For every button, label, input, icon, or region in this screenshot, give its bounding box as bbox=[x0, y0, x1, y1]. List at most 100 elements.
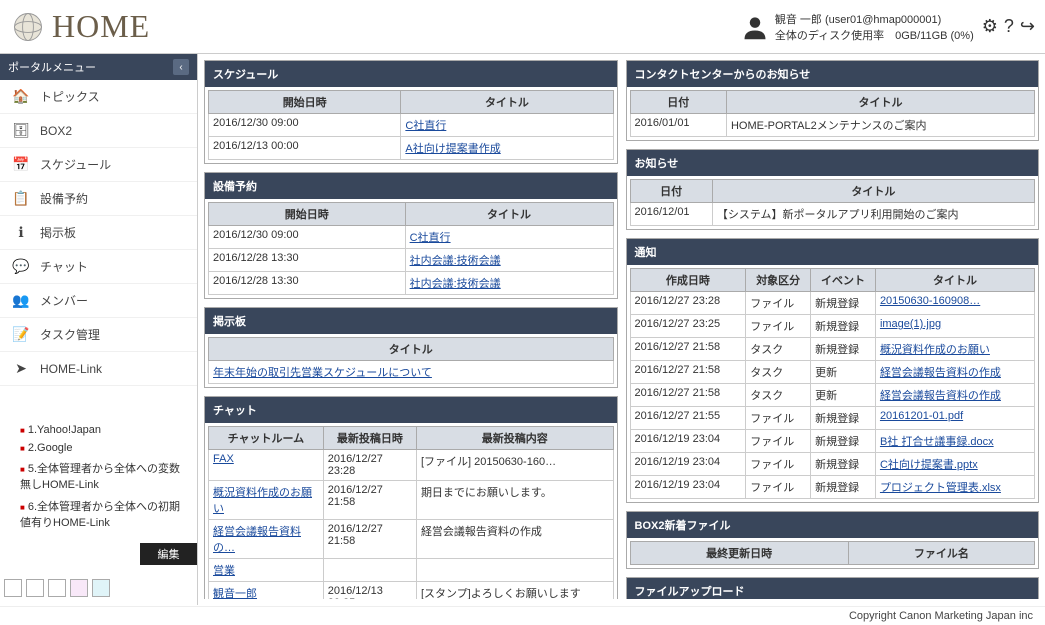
link[interactable]: FAX bbox=[213, 453, 234, 465]
link[interactable]: C社直行 bbox=[410, 232, 451, 244]
table-row: 2016/12/30 09:00C社直行 bbox=[209, 114, 614, 137]
content-column-1: スケジュール開始日時タイトル2016/12/30 09:00C社直行2016/1… bbox=[204, 60, 618, 599]
link[interactable]: A社向け提案書作成 bbox=[405, 143, 500, 155]
color-swatch[interactable] bbox=[70, 579, 88, 597]
table-row: 2016/12/27 21:58タスク更新経営会議報告資料の作成 bbox=[630, 361, 1035, 384]
table-row: 概況資料作成のお願い2016/12/27 21:58期日までにお願いします。 bbox=[209, 481, 614, 520]
table-cell: タスク bbox=[746, 361, 811, 384]
sidebar-collapse-icon[interactable]: ‹ bbox=[173, 59, 189, 75]
link[interactable]: 20161201-01.pdf bbox=[880, 410, 963, 422]
help-icon[interactable]: ? bbox=[1004, 16, 1014, 37]
link[interactable]: 経営会議報告資料の作成 bbox=[880, 390, 1001, 402]
sidebar-sublink[interactable]: ■5.全体管理者から全体への変数無しHOME-Link bbox=[12, 457, 185, 495]
panel-header: チャット bbox=[205, 397, 617, 423]
link[interactable]: 社内会議:技術会議 bbox=[410, 278, 501, 290]
table-row: 2016/12/27 21:58タスク新規登録概況資料作成のお願い bbox=[630, 338, 1035, 361]
table-row: 2016/12/13 00:00 A社向け提案書作成 bbox=[209, 137, 614, 160]
table-cell: ファイル bbox=[746, 407, 811, 430]
data-table: チャットルーム最新投稿日時最新投稿内容FAX2016/12/27 23:28[フ… bbox=[208, 426, 614, 599]
table-cell: C社向け提案書.pptx bbox=[875, 453, 1034, 476]
menu-icon: 🏠 bbox=[12, 88, 30, 105]
table-row: 営業 bbox=[209, 559, 614, 582]
table-header: タイトル bbox=[405, 203, 613, 226]
panel: コンタクトセンターからのお知らせ日付タイトル2016/01/01HOME-POR… bbox=[626, 60, 1040, 141]
table-row: 2016/12/27 21:58タスク更新経営会議報告資料の作成 bbox=[630, 384, 1035, 407]
link[interactable]: C社向け提案書.pptx bbox=[880, 459, 978, 471]
table-header: イベント bbox=[811, 269, 876, 292]
panel-header: コンタクトセンターからのお知らせ bbox=[627, 61, 1039, 87]
table-cell: 2016/12/30 09:00 bbox=[209, 226, 406, 249]
color-swatch[interactable] bbox=[26, 579, 44, 597]
link[interactable]: 観音一郎 bbox=[213, 588, 257, 599]
color-swatch[interactable] bbox=[48, 579, 66, 597]
sidebar-item[interactable]: 🗄BOX2 bbox=[0, 114, 197, 148]
sidebar-item[interactable]: 👥メンバー bbox=[0, 284, 197, 318]
table-cell: 2016/12/13 00:00 bbox=[209, 137, 401, 160]
sidebar-sublink[interactable]: ■2.Google bbox=[12, 439, 185, 457]
table-row: 2016/12/01【システム】新ポータルアプリ利用開始のご案内 bbox=[630, 203, 1035, 226]
link[interactable]: 20150630-160908… bbox=[880, 295, 980, 307]
table-cell: 20161201-01.pdf bbox=[875, 407, 1034, 430]
table-cell: 経営会議報告資料の作成 bbox=[875, 361, 1034, 384]
link[interactable]: 経営会議報告資料の… bbox=[213, 526, 301, 554]
table-cell: image(1).jpg bbox=[875, 315, 1034, 338]
sidebar-sublink[interactable]: ■1.Yahoo!Japan bbox=[12, 421, 185, 439]
sidebar-item[interactable]: 🏠トピックス bbox=[0, 80, 197, 114]
panel-header: 通知 bbox=[627, 239, 1039, 265]
panel-header: お知らせ bbox=[627, 150, 1039, 176]
link[interactable]: 営業 bbox=[213, 565, 235, 577]
link[interactable]: 社内会議:技術会議 bbox=[410, 255, 501, 267]
edit-button[interactable]: 編集 bbox=[140, 543, 197, 565]
color-swatch[interactable] bbox=[4, 579, 22, 597]
panel-header: 設備予約 bbox=[205, 173, 617, 199]
table-row: 2016/12/19 23:04ファイル新規登録C社向け提案書.pptx bbox=[630, 453, 1035, 476]
table-cell: 営業 bbox=[209, 559, 324, 582]
settings-icon[interactable]: ⚙ bbox=[982, 16, 998, 37]
link[interactable]: 概況資料作成のお願い bbox=[880, 344, 990, 356]
sidebar-item[interactable]: 📝タスク管理 bbox=[0, 318, 197, 352]
link[interactable]: 概況資料作成のお願い bbox=[213, 487, 312, 515]
menu-icon: 👥 bbox=[12, 292, 30, 309]
table-cell: 2016/12/27 23:28 bbox=[323, 450, 416, 481]
table-header: 最新投稿内容 bbox=[416, 427, 613, 450]
sidebar-item[interactable]: 📋設備予約 bbox=[0, 182, 197, 216]
sidebar-sublinks: ■1.Yahoo!Japan■2.Google■5.全体管理者から全体への変数無… bbox=[0, 417, 197, 537]
table-cell: 更新 bbox=[811, 384, 876, 407]
menu-label: タスク管理 bbox=[40, 326, 100, 343]
table-cell: ファイル bbox=[746, 453, 811, 476]
link[interactable]: 年末年始の取引先営業スケジュールについて bbox=[213, 367, 432, 379]
link[interactable]: image(1).jpg bbox=[880, 318, 941, 330]
table-cell: B社 打合せ議事録.docx bbox=[875, 430, 1034, 453]
table-cell: タスク bbox=[746, 338, 811, 361]
color-swatch[interactable] bbox=[92, 579, 110, 597]
table-cell: FAX bbox=[209, 450, 324, 481]
table-cell: 2016/12/13 20:25 bbox=[323, 582, 416, 600]
table-cell: 新規登録 bbox=[811, 292, 876, 315]
panel: 通知作成日時対象区分イベントタイトル2016/12/27 23:28ファイル新規… bbox=[626, 238, 1040, 503]
table-cell: 社内会議:技術会議 bbox=[405, 249, 613, 272]
logout-icon[interactable]: ↪ bbox=[1020, 16, 1035, 37]
sidebar-item[interactable]: 💬チャット bbox=[0, 250, 197, 284]
table-header: 日付 bbox=[630, 180, 712, 203]
table-cell: 新規登録 bbox=[811, 315, 876, 338]
link[interactable]: C社直行 bbox=[405, 120, 446, 132]
link[interactable]: 経営会議報告資料の作成 bbox=[880, 367, 1001, 379]
menu-label: 掲示板 bbox=[40, 224, 76, 241]
panel-header: スケジュール bbox=[205, 61, 617, 87]
link[interactable]: B社 打合せ議事録.docx bbox=[880, 436, 994, 448]
data-table: 日付タイトル2016/12/01【システム】新ポータルアプリ利用開始のご案内 bbox=[630, 179, 1036, 226]
sidebar-item[interactable]: 📅スケジュール bbox=[0, 148, 197, 182]
sidebar: ポータルメニュー ‹ 🏠トピックス🗄BOX2📅スケジュール📋設備予約ℹ掲示板💬チ… bbox=[0, 54, 198, 605]
table-header: タイトル bbox=[712, 180, 1034, 203]
logo-text: HOME bbox=[52, 8, 150, 45]
table-header: ファイル名 bbox=[848, 542, 1034, 565]
sidebar-sublink[interactable]: ■6.全体管理者から全体への初期値有りHOME-Link bbox=[12, 495, 185, 533]
table-cell: 新規登録 bbox=[811, 407, 876, 430]
user-name: 観音 一郎 (user01@hmap000001) bbox=[775, 11, 974, 27]
table-cell: [ファイル] 20150630-160… bbox=[416, 450, 613, 481]
globe-icon bbox=[10, 9, 46, 45]
sidebar-item[interactable]: ➤HOME-Link bbox=[0, 352, 197, 386]
link[interactable]: プロジェクト管理表.xlsx bbox=[880, 482, 1001, 494]
sidebar-title: ポータルメニュー bbox=[8, 59, 96, 75]
sidebar-item[interactable]: ℹ掲示板 bbox=[0, 216, 197, 250]
